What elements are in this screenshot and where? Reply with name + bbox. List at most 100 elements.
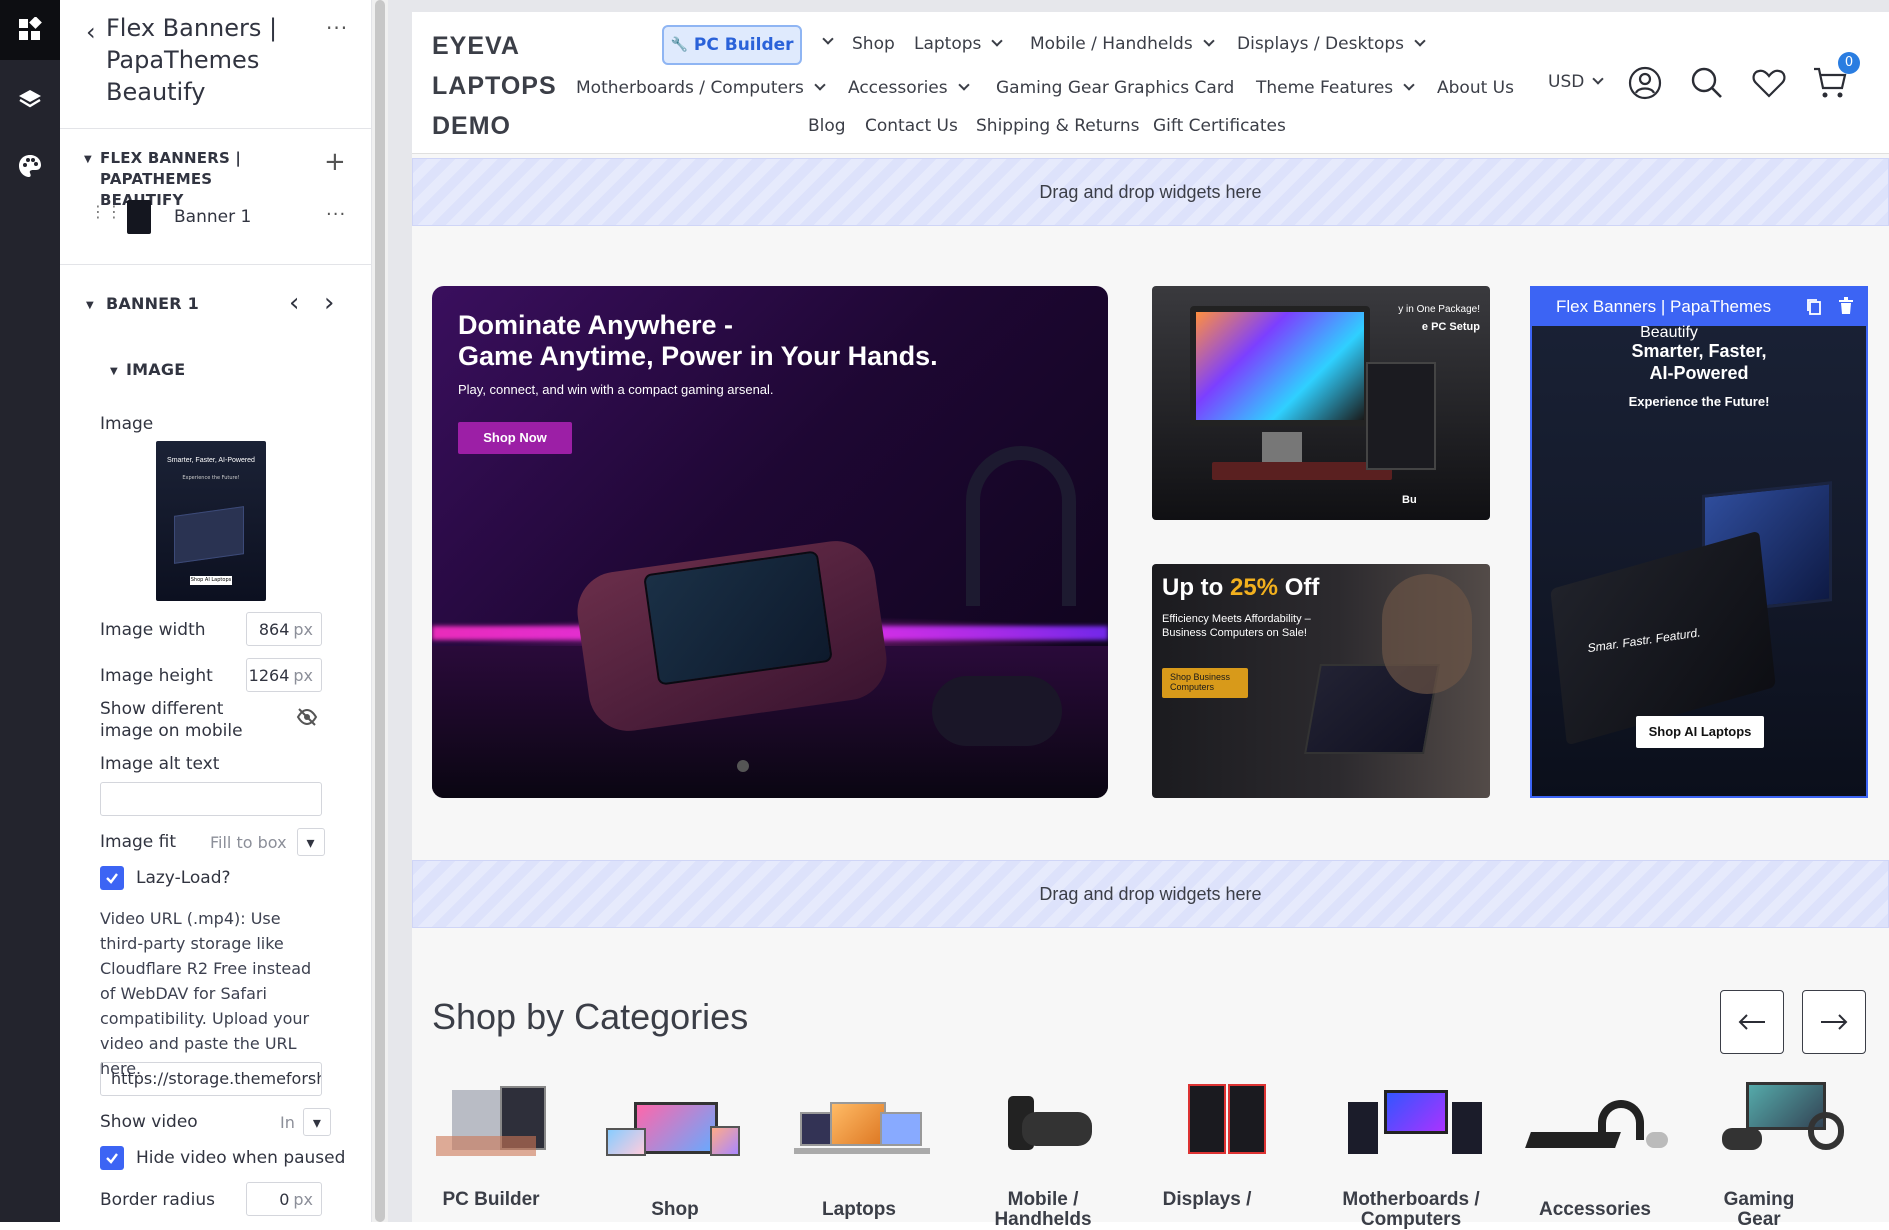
image-height-label: Image height <box>100 666 213 686</box>
category-label[interactable]: PC Builder <box>416 1190 566 1210</box>
pc-builder-dropdown[interactable] <box>812 32 834 52</box>
collapse-caret-icon[interactable]: ▼ <box>84 154 92 165</box>
sale-sub: Efficiency Meets Affordability – Busines… <box>1162 613 1311 639</box>
image-section-title: IMAGE <box>126 360 186 379</box>
user-icon[interactable] <box>1628 66 1662 104</box>
delete-icon[interactable] <box>1838 297 1854 320</box>
pc-banner-btn-partial[interactable]: Bu <box>1402 494 1417 506</box>
show-video-select[interactable]: In ▾ <box>280 1106 331 1138</box>
selection-toolbar: Flex Banners | PapaThemes <box>1532 288 1866 326</box>
thumb-sub: Experience the Future! <box>182 475 240 481</box>
categories-prev-button[interactable] <box>1720 990 1784 1054</box>
category-label[interactable]: Shop <box>600 1200 750 1220</box>
layers-icon[interactable] <box>0 70 60 130</box>
video-url-input[interactable]: https://storage.themeforsh <box>100 1062 322 1096</box>
drop-zone-top[interactable]: Drag and drop widgets here <box>412 158 1889 226</box>
main-banner-title: Dominate Anywhere - Game Anytime, Power i… <box>458 310 938 371</box>
next-item-icon[interactable]: › <box>324 288 334 318</box>
editor-panel: ‹ Flex Banners | PapaThemes Beautify ···… <box>60 0 372 1222</box>
shop-ai-laptops-button[interactable]: Shop AI Laptops <box>1636 716 1764 748</box>
category-pc-builder-image[interactable] <box>422 1080 562 1170</box>
ai-banner-title: Beautify Smarter, Faster, AI-Powered <box>1631 324 1767 384</box>
category-mobile-handhelds-image[interactable] <box>974 1088 1114 1178</box>
hide-video-checkbox[interactable] <box>100 1146 124 1170</box>
drop-zone-bottom[interactable]: Drag and drop widgets here <box>412 860 1889 928</box>
category-laptops-image[interactable] <box>790 1092 930 1182</box>
pc-setup-banner[interactable]: y in One Package! e PC Setup Bu <box>1152 286 1490 520</box>
category-displays-image[interactable] <box>1158 1080 1298 1170</box>
image-width-input[interactable]: 864 px <box>246 612 322 646</box>
alt-text-label: Image alt text <box>100 754 220 774</box>
pc-builder-button[interactable]: 🔧 PC Builder <box>662 25 802 65</box>
image-fit-select[interactable]: Fill to box ▾ <box>210 826 325 858</box>
shop-now-button[interactable]: Shop Now <box>458 422 572 454</box>
category-motherboards-image[interactable] <box>1344 1082 1484 1172</box>
nav-motherboards-computers[interactable]: Motherboards / Computers <box>576 78 826 98</box>
alt-text-input[interactable] <box>100 782 322 816</box>
nav-contact-us[interactable]: Contact Us <box>865 116 958 136</box>
shop-business-button[interactable]: Shop Business Computers <box>1162 668 1248 698</box>
palette-icon[interactable] <box>0 136 60 196</box>
widgets-icon[interactable] <box>0 0 60 60</box>
show-video-label: Show video <box>100 1112 198 1132</box>
border-radius-label: Border radius <box>100 1190 215 1210</box>
heart-icon[interactable] <box>1752 68 1786 102</box>
panel-scrollbar[interactable] <box>372 0 388 1222</box>
nav-gaming-gear[interactable]: Gaming Gear <box>996 78 1109 98</box>
panel-title: Flex Banners | PapaThemes Beautify <box>106 14 278 106</box>
lazy-load-checkbox[interactable] <box>100 866 124 890</box>
categories-title: Shop by Categories <box>432 996 749 1037</box>
currency-selector[interactable]: USD <box>1548 72 1604 92</box>
categories-next-button[interactable] <box>1802 990 1866 1054</box>
image-preview[interactable]: Smarter, Faster, AI-Powered Experience t… <box>156 441 266 601</box>
category-label[interactable]: Gaming Gear <box>1704 1190 1814 1230</box>
nav-laptops[interactable]: Laptops <box>914 34 1004 54</box>
sale-title: Up to 25% Off <box>1162 574 1320 601</box>
nav-displays-desktops[interactable]: Displays / Desktops <box>1237 34 1426 54</box>
nav-blog[interactable]: Blog <box>808 116 846 136</box>
video-help-text: Video URL (.mp4): Use third-party storag… <box>100 909 312 1078</box>
category-label[interactable]: Displays / <box>1152 1190 1262 1210</box>
site-logo[interactable]: EYEVA LAPTOPS DEMO <box>432 26 557 146</box>
nav-shipping-returns[interactable]: Shipping & Returns <box>976 116 1140 136</box>
duplicate-icon[interactable] <box>1806 298 1822 321</box>
more-icon[interactable]: ··· <box>326 16 348 40</box>
item-more-icon[interactable]: ··· <box>326 204 346 225</box>
collapse-caret-icon[interactable]: ▼ <box>86 300 94 311</box>
border-radius-input[interactable]: 0 px <box>246 1182 322 1216</box>
ai-laptop-lid: Smar. Fastr. Featurd. <box>1550 530 1776 746</box>
back-chevron-icon[interactable]: ‹ <box>86 18 96 46</box>
eye-off-icon[interactable] <box>296 708 318 730</box>
add-item-icon[interactable]: + <box>324 149 346 175</box>
nav-graphics-card[interactable]: Graphics Card <box>1114 78 1234 98</box>
category-label[interactable]: Laptops <box>784 1200 934 1220</box>
item-label[interactable]: Banner 1 <box>174 207 251 227</box>
category-accessories-image[interactable] <box>1525 1092 1668 1182</box>
category-shop-image[interactable] <box>606 1092 746 1182</box>
carousel-dot[interactable] <box>737 760 749 772</box>
nav-gift-certificates[interactable]: Gift Certificates <box>1153 116 1286 136</box>
image-width-label: Image width <box>100 620 206 640</box>
headphones-image <box>966 446 1076 606</box>
ai-laptops-banner[interactable]: Flex Banners | PapaThemes Beautify Smart… <box>1530 286 1868 798</box>
ai-banner-sub: Experience the Future! <box>1628 394 1770 409</box>
nav-mobile-handhelds[interactable]: Mobile / Handhelds <box>1030 34 1215 54</box>
nav-accessories[interactable]: Accessories <box>848 78 970 98</box>
business-sale-banner[interactable]: Up to 25% Off Efficiency Meets Affordabi… <box>1152 564 1490 798</box>
category-label[interactable]: Accessories <box>1520 1200 1670 1220</box>
category-gaming-gear-image[interactable] <box>1712 1078 1852 1168</box>
category-label[interactable]: Mobile / Handhelds <box>968 1190 1118 1230</box>
drag-handle-icon[interactable]: ⋮⋮ <box>90 204 122 220</box>
nav-about-us[interactable]: About Us <box>1437 78 1514 98</box>
nav-theme-features[interactable]: Theme Features <box>1256 78 1415 98</box>
nav-shop[interactable]: Shop <box>852 34 895 54</box>
search-icon[interactable] <box>1690 66 1724 104</box>
banner-thumb-small <box>127 200 151 234</box>
main-banner[interactable]: Dominate Anywhere - Game Anytime, Power i… <box>432 286 1108 798</box>
monitor-image <box>1190 306 1370 426</box>
image-height-input[interactable]: 1264 px <box>246 658 322 692</box>
prev-item-icon[interactable]: ‹ <box>289 288 299 318</box>
cart-count-badge: 0 <box>1838 52 1860 74</box>
collapse-caret-icon[interactable]: ▼ <box>110 366 118 377</box>
category-label[interactable]: Motherboards / Computers <box>1336 1190 1486 1230</box>
